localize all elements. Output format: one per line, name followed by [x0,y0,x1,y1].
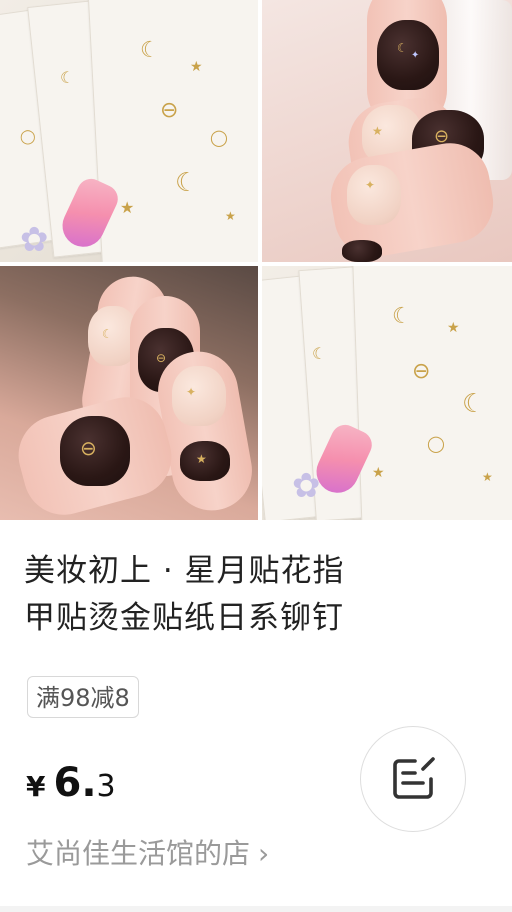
moon-sticker-icon [60,70,74,86]
butterfly-charm-icon: ✿ [292,466,321,506]
star-sticker-icon [482,471,493,483]
planet-sticker-icon [412,361,430,383]
star-deco-icon: ★ [196,452,207,466]
ring-sticker-icon [210,130,228,146]
star-deco-icon: ✦ [365,178,376,192]
star-sticker-icon [120,200,134,216]
price-integer: 6. [53,760,97,806]
moon-sticker-icon [175,170,198,196]
product-card[interactable]: ✿ ☾ ✦ ★ ⊖ ✦ ☾ [0,0,512,912]
dark-nail: ⊖ [60,416,130,486]
moon-deco-icon: ☾ [102,327,113,341]
ring-sticker-icon [427,436,445,452]
edit-note-icon [393,757,435,799]
product-image-hand-side: ☾ ⊖ ✦ ⊖ ★ [0,266,258,520]
edit-note-button[interactable] [360,726,466,832]
star-sticker-icon [225,210,236,222]
moon-deco-icon: ☾ [397,41,408,55]
product-title-line1: 美妆初上 · 星月贴花指 [24,553,345,589]
product-image-hand-closeup: ☾ ✦ ★ ⊖ ✦ [262,0,512,262]
grid-divider [258,0,262,520]
product-title[interactable]: 美妆初上 · 星月贴花指 甲贴烫金贴纸日系铆钉 [24,548,464,642]
moon-sticker-icon [392,306,412,328]
price-currency: ¥ [26,770,46,803]
planet-deco-icon: ⊖ [156,351,167,365]
star-deco-icon: ★ [372,124,383,138]
moon-sticker-icon [462,391,485,417]
pale-nail: ✦ [172,366,226,426]
star-sticker-icon [190,60,203,74]
star-sticker-icon [447,321,460,335]
chevron-right-icon: › [258,837,270,870]
promo-badge: 满98减8 [27,676,139,718]
moon-sticker-icon [140,40,160,62]
ring-sticker-icon [20,130,36,144]
product-image-sticker-sheets: ✿ [0,0,258,262]
grid-divider [0,262,512,266]
sparkle-icon: ✦ [411,50,420,61]
planet-deco-icon: ⊖ [80,436,97,460]
pale-nail: ✦ [347,165,401,225]
product-image-grid[interactable]: ✿ ☾ ✦ ★ ⊖ ✦ ☾ [0,0,512,520]
price: ¥6.3 [26,760,116,806]
dark-nail [342,240,382,262]
bottom-divider [0,906,512,912]
moon-sticker-icon [312,346,326,362]
shop-link[interactable]: 艾尚佳生活馆的店 › [26,832,269,876]
price-decimal: 3 [96,769,116,804]
product-image-sticker-sheets-alt: ✿ [262,266,512,520]
dark-nail: ☾ ✦ [377,20,439,90]
star-deco-icon: ✦ [186,385,197,399]
dark-nail: ★ [180,441,230,481]
planet-sticker-icon [160,100,178,122]
star-sticker-icon [372,466,385,480]
product-title-line2: 甲贴烫金贴纸日系铆钉 [24,600,344,636]
butterfly-charm-icon: ✿ [20,220,49,260]
shop-name: 艾尚佳生活馆的店 [26,837,251,870]
